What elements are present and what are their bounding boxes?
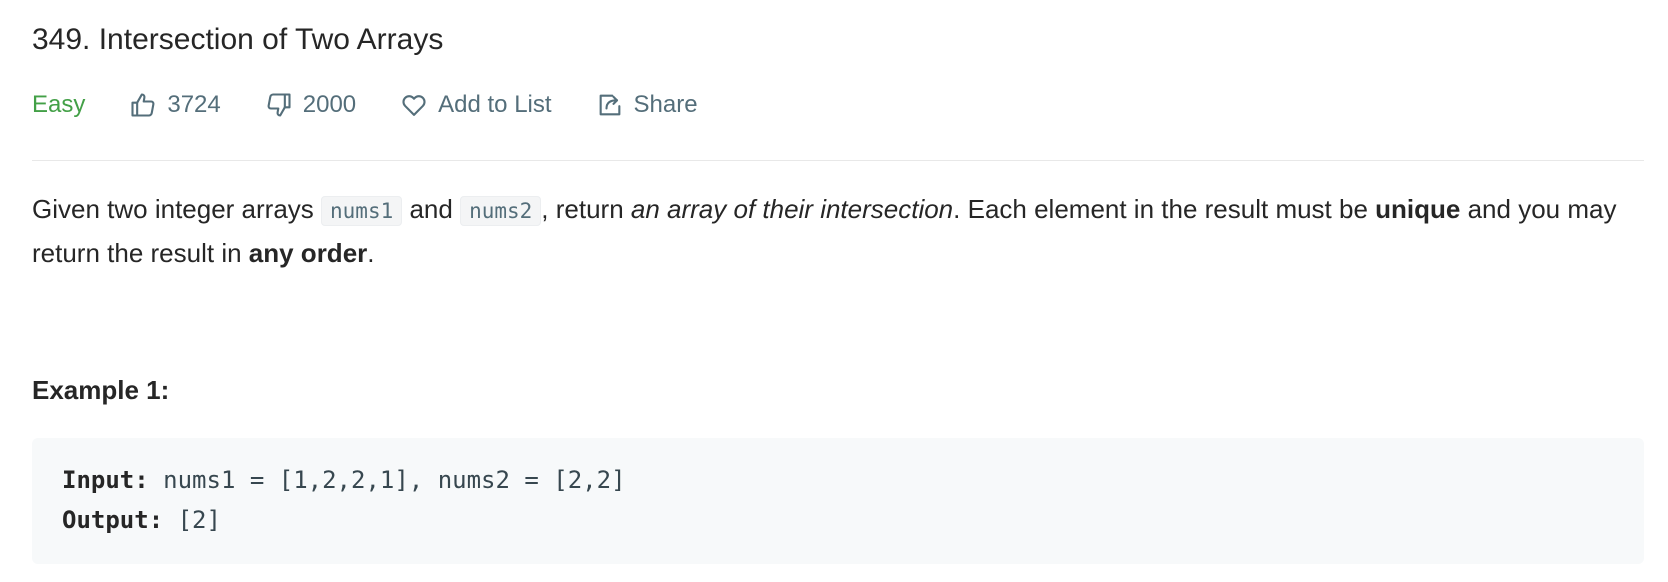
heart-icon [402, 95, 426, 116]
header-divider [32, 160, 1644, 161]
input-label: Input: [62, 466, 149, 494]
like-button[interactable]: 3724 [129, 91, 221, 119]
problem-title: 349. Intersection of Two Arrays [32, 23, 444, 56]
problem-description: Given two integer arrays nums1 and nums2… [32, 188, 1636, 274]
problem-page: 349. Intersection of Two Arrays Easy 372… [0, 0, 1668, 564]
dislike-count: 2000 [302, 91, 357, 118]
like-count: 3724 [167, 91, 221, 118]
desc-italic: an array of their intersection [630, 194, 954, 224]
desc-text: . [367, 238, 375, 268]
code-nums1: nums1 [321, 196, 403, 226]
output-value: [2] [163, 506, 221, 534]
desc-text: Given two integer arrays [32, 194, 322, 224]
dislike-button[interactable]: 2000 [265, 91, 356, 119]
problem-meta-bar: Easy 3724 2000 Add to List Share [32, 83, 1636, 127]
desc-text: . Each element in the result must be [953, 194, 1376, 224]
share-button[interactable]: Share [596, 91, 698, 119]
desc-bold-any-order: any order [248, 238, 368, 268]
output-label: Output: [62, 506, 164, 534]
example-input-line: Input: nums1 = [1,2,2,1], nums2 = [2,2] [62, 460, 1614, 500]
thumbs-up-icon [131, 93, 155, 117]
thumbs-down-icon [267, 93, 291, 117]
example-1-heading: Example 1: [32, 375, 170, 405]
example-output-line: Output: [2] [62, 500, 1614, 540]
example-1-block: Input: nums1 = [1,2,2,1], nums2 = [2,2] … [32, 438, 1644, 564]
desc-text: , return [541, 194, 631, 224]
share-icon [599, 94, 620, 116]
difficulty-badge: Easy [32, 91, 86, 118]
desc-bold-unique: unique [1375, 194, 1461, 224]
share-label: Share [633, 91, 698, 118]
code-nums2: nums2 [460, 196, 542, 226]
desc-text: and [402, 194, 461, 224]
add-to-list-button[interactable]: Add to List [400, 91, 552, 119]
add-to-list-label: Add to List [438, 91, 552, 118]
input-value: nums1 = [1,2,2,1], nums2 = [2,2] [148, 466, 626, 494]
